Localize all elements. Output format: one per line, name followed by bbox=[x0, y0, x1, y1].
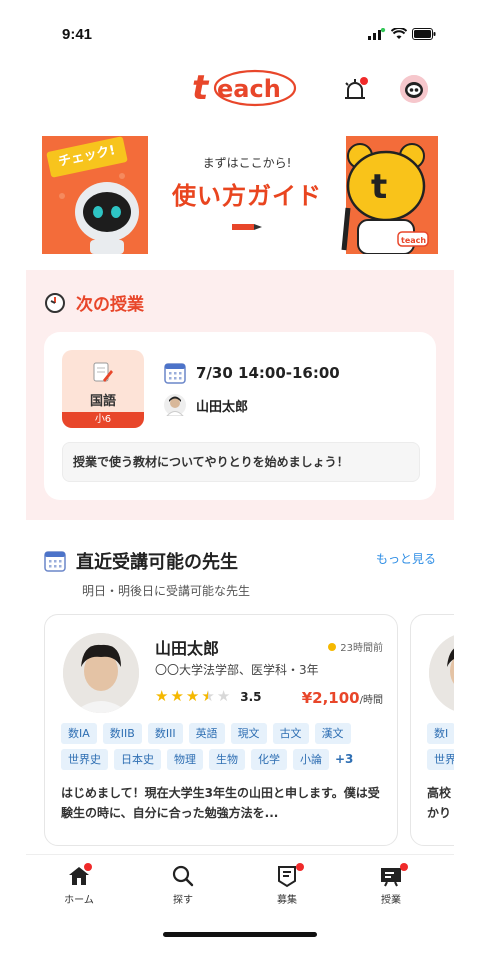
teacher-intro: 高校 かり bbox=[427, 786, 452, 820]
teacher-portrait-icon bbox=[63, 633, 139, 713]
lesson-badge bbox=[400, 863, 408, 871]
subject-badge: 国語 小6 bbox=[62, 350, 144, 428]
subject-tag: 世界 bbox=[427, 749, 454, 770]
app-screen: 9:41 t each まずはここから! 使い方ガイド チェック! t teac… bbox=[26, 0, 454, 960]
available-teachers-title: 直近受講可能の先生 bbox=[76, 552, 238, 573]
subject-tag: 物理 bbox=[167, 749, 203, 770]
subject-grade: 小6 bbox=[62, 412, 144, 428]
usage-guide-banner[interactable]: まずはここから! 使い方ガイド チェック! t teach bbox=[42, 136, 438, 254]
pencil-icon bbox=[232, 224, 262, 230]
calendar-icon bbox=[164, 363, 186, 384]
tab-search[interactable]: 探す bbox=[148, 863, 218, 906]
subject-tag: 古文 bbox=[272, 723, 309, 744]
half-star-icon: ★ bbox=[201, 687, 215, 705]
clock-icon bbox=[45, 292, 65, 313]
price-value: ¥2,100 bbox=[301, 689, 360, 707]
empty-star-icon: ★ bbox=[216, 687, 231, 705]
svg-text:each: each bbox=[217, 75, 281, 103]
tab-label: 探す bbox=[173, 895, 193, 906]
bottom-tab-bar: ホーム 探す 募集 授業 bbox=[26, 854, 454, 914]
subject-tag: 数I bbox=[427, 723, 454, 744]
wifi-icon bbox=[391, 28, 407, 39]
robot-mascot-icon bbox=[75, 182, 139, 254]
last-active-text: 23時間前 bbox=[340, 643, 383, 654]
status-icons bbox=[368, 28, 436, 40]
tab-recruit[interactable]: 募集 bbox=[252, 863, 322, 906]
subject-tag: 数IA bbox=[61, 723, 97, 744]
rating-value: 3.5 bbox=[240, 689, 262, 704]
teacher-rating: ★ ★ ★ ★ ★ 3.5 bbox=[155, 689, 262, 704]
subject-tag: 生物 bbox=[209, 749, 245, 770]
next-lesson-section: 次の授業 国語 小6 7/30 14:00-16:00 山田太郎 授業で使う教材… bbox=[26, 270, 454, 520]
active-status-dot bbox=[328, 642, 337, 651]
teacher-photo bbox=[429, 633, 454, 713]
lesson-teacher-name: 山田太郎 bbox=[196, 399, 249, 415]
teacher-price: ¥2,100/時間 bbox=[302, 689, 383, 707]
status-time: 9:41 bbox=[62, 26, 93, 43]
subject-tag: 小論 bbox=[293, 749, 329, 770]
lesson-teacher-row: 山田太郎 bbox=[164, 394, 248, 416]
see-more-link[interactable]: もっと見る bbox=[376, 550, 436, 567]
calendar-icon bbox=[44, 551, 66, 572]
robot-avatar-icon bbox=[400, 75, 428, 103]
tiger-mascot-icon: t teach bbox=[341, 143, 429, 254]
available-teachers-header: 直近受講可能の先生 bbox=[44, 548, 238, 574]
teacher-card[interactable]: 山田太郎 23時間前 〇〇大学法学部、医学科・3年 ★ ★ ★ ★ ★ 3.5 … bbox=[44, 614, 398, 846]
available-teachers-subtitle: 明日・明後日に受講可能な先生 bbox=[82, 584, 251, 598]
tab-home[interactable]: ホーム bbox=[44, 863, 114, 906]
subject-tag: 化学 bbox=[251, 749, 287, 770]
profile-avatar-button[interactable] bbox=[400, 75, 428, 103]
tab-label: 授業 bbox=[381, 895, 401, 906]
subject-tag: 数III bbox=[147, 723, 183, 744]
tab-label: 募集 bbox=[277, 895, 297, 906]
teacher-name: 山田太郎 bbox=[155, 639, 220, 658]
teacher-avatar bbox=[164, 394, 186, 416]
subject-tag: 数IIB bbox=[102, 723, 142, 744]
teacher-university: 〇〇大学法学部、医学科・3年 bbox=[155, 663, 319, 677]
banner-title: 使い方ガイド bbox=[172, 182, 322, 210]
app-header: t each bbox=[26, 58, 454, 118]
lesson-datetime: 7/30 14:00-16:00 bbox=[196, 364, 340, 382]
lesson-datetime-row: 7/30 14:00-16:00 bbox=[164, 362, 340, 384]
status-bar: 9:41 bbox=[26, 0, 454, 58]
next-lesson-title: 次の授業 bbox=[76, 295, 144, 315]
subject-tags: 数I 世界 bbox=[427, 723, 454, 770]
subject-tag: 世界史 bbox=[61, 749, 108, 770]
svg-text:t: t bbox=[192, 68, 210, 108]
next-lesson-header: 次の授業 bbox=[44, 290, 144, 315]
star-icon: ★ bbox=[170, 687, 184, 705]
document-pen-icon bbox=[93, 362, 113, 382]
teacher-photo bbox=[63, 633, 139, 713]
next-lesson-card[interactable]: 国語 小6 7/30 14:00-16:00 山田太郎 授業で使う教材についてや… bbox=[44, 332, 436, 500]
mascot-label: teach bbox=[401, 236, 426, 245]
tab-label: ホーム bbox=[64, 895, 94, 906]
teacher-card-partial[interactable]: 数I 世界 高校 かり bbox=[410, 614, 454, 846]
lesson-message-prompt[interactable]: 授業で使う教材についてやりとりを始めましょう！ bbox=[62, 442, 420, 482]
tab-lessons[interactable]: 授業 bbox=[356, 863, 426, 906]
svg-text:t: t bbox=[371, 167, 387, 207]
star-icon: ★ bbox=[155, 687, 169, 705]
subject-name: 国語 bbox=[89, 394, 116, 409]
battery-icon bbox=[412, 28, 436, 40]
notification-bell-button[interactable] bbox=[342, 76, 368, 102]
banner-subtitle: まずはここから! bbox=[202, 156, 292, 170]
teacher-portrait-icon bbox=[429, 633, 454, 713]
teacher-intro: はじめまして！現在大学生3年生の山田と申します。僕は受験生の時に、自分に合った勉… bbox=[61, 786, 380, 820]
search-icon bbox=[172, 865, 194, 887]
star-icon: ★ bbox=[185, 687, 200, 705]
teach-logo[interactable]: t each bbox=[189, 66, 299, 110]
subject-tags: 数IA 数IIB 数III 英語 現文 古文 漢文 世界史 日本史 物理 生物 … bbox=[61, 723, 391, 770]
more-tags-count: +3 bbox=[335, 752, 354, 766]
subject-tag: 日本史 bbox=[114, 749, 161, 770]
home-badge bbox=[84, 863, 92, 871]
subject-tag: 現文 bbox=[230, 723, 267, 744]
alarm-bell-icon bbox=[345, 77, 368, 99]
home-indicator bbox=[163, 932, 317, 937]
last-active: 23時間前 bbox=[328, 639, 383, 654]
cellular-signal-icon bbox=[368, 28, 386, 40]
price-unit: /時間 bbox=[359, 695, 383, 706]
recruit-badge bbox=[296, 863, 304, 871]
subject-tag: 漢文 bbox=[314, 723, 351, 744]
subject-tag: 英語 bbox=[188, 723, 225, 744]
